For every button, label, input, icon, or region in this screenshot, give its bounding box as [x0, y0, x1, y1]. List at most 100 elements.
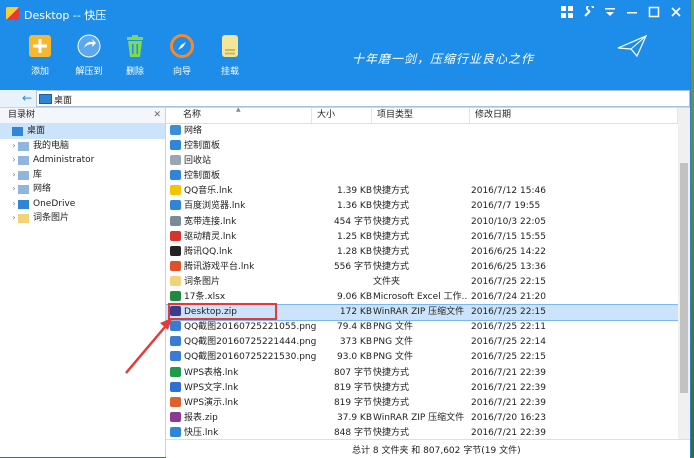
column-modified[interactable]: 修改日期	[470, 108, 678, 123]
file-row[interactable]: QQ截图20160725221444.png 373 KB PNG 文件 2016/7…	[166, 335, 678, 350]
file-row[interactable]: 快压.lnk 848 字节 快捷方式 2016/7/21 22:39	[166, 426, 678, 439]
column-name[interactable]: ▲ 名称	[166, 108, 312, 123]
file-row[interactable]: WPS表格.lnk 807 字节 快捷方式 2016/7/21 22:39	[166, 366, 678, 381]
file-type-icon	[170, 381, 181, 392]
status-text: 总计 8 文件夹 和 807,602 字节(19 文件)	[352, 446, 521, 456]
file-row[interactable]: 控制面板	[166, 169, 678, 184]
tree-node[interactable]: › 库	[0, 168, 165, 183]
file-modified: 2016/7/25 22:14	[471, 337, 546, 348]
file-modified: 2016/7/21 22:39	[471, 397, 546, 408]
file-row[interactable]: 腾讯QQ.lnk 1.28 KB 快捷方式 2016/6/25 14:22	[166, 245, 678, 260]
file-type: 快捷方式	[373, 382, 410, 393]
file-row[interactable]: 驱动精灵.lnk 1.25 KB 快捷方式 2016/7/15 15:55	[166, 230, 678, 245]
column-size[interactable]: 大小	[312, 108, 372, 123]
wizard-button[interactable]: 向导	[160, 32, 204, 86]
tree-node[interactable]: › Administrator	[0, 153, 165, 168]
vertical-scrollbar[interactable]	[678, 108, 690, 439]
tree-node-label: 词条图片	[33, 213, 70, 223]
tree-header-label: 目录树	[8, 110, 36, 120]
file-row[interactable]: WPS演示.lnk 819 字节 快捷方式 2016/7/21 22:39	[166, 396, 678, 411]
menu-dropdown-icon[interactable]	[601, 5, 619, 23]
tree-node-label: 桌面	[27, 126, 46, 136]
file-name-cell: 百度浏览器.lnk	[170, 199, 318, 214]
file-type-icon	[170, 155, 181, 166]
tree-expander-icon[interactable]: ›	[10, 182, 18, 197]
tree-expander-icon[interactable]: ›	[10, 197, 18, 212]
file-row[interactable]: 回收站	[166, 154, 678, 169]
file-name: 词条图片	[184, 276, 221, 287]
file-name-cell: 驱动精灵.lnk	[170, 230, 318, 245]
file-row[interactable]: 腾讯游戏平台.lnk 556 字节 快捷方式 2016/6/25 13:36	[166, 260, 678, 275]
delete-button[interactable]: 删除	[113, 32, 157, 86]
tree-expander-icon[interactable]: ›	[10, 211, 18, 226]
grid-view-icon[interactable]	[558, 5, 576, 23]
file-type-icon	[170, 396, 181, 407]
file-name-cell: QQ音乐.lnk	[170, 184, 318, 199]
tree-expander-icon[interactable]: ›	[10, 153, 18, 168]
file-name-cell: WPS文字.lnk	[170, 381, 318, 396]
file-type-icon	[170, 426, 181, 437]
file-name-cell: QQ截图20160725221055.png	[170, 320, 318, 335]
column-type[interactable]: 项目类型	[372, 108, 470, 123]
tree-folder-icon	[12, 127, 23, 136]
file-name: 控制面板	[184, 141, 221, 152]
extract-to-button[interactable]: 解压到	[67, 32, 111, 86]
file-modified: 2016/7/7 19:55	[471, 201, 541, 212]
minimize-icon[interactable]	[623, 5, 641, 23]
title-bar[interactable]: Desktop -- 快压	[0, 0, 690, 28]
scrollbar-thumb[interactable]	[680, 163, 688, 393]
file-row[interactable]: 宽带连接.lnk 454 字节 快捷方式 2010/10/3 22:05	[166, 215, 678, 230]
file-name-cell: 宽带连接.lnk	[170, 215, 318, 230]
file-size: 1.39 KB	[337, 186, 372, 197]
file-row[interactable]: QQ音乐.lnk 1.39 KB 快捷方式 2016/7/12 15:46	[166, 184, 678, 199]
tree-node-label: 网络	[33, 184, 52, 194]
settings-wrench-icon[interactable]	[580, 4, 598, 23]
tree-node[interactable]: › 我的电脑	[0, 139, 165, 154]
directory-tree-panel: 目录树 ✕ 桌面 › 我的电脑 › Administrator › 库 › 网络 › OneDriv…	[0, 108, 166, 457]
file-row[interactable]: 词条图片 文件夹 2016/7/25 22:15	[166, 275, 678, 290]
file-row[interactable]: 网络	[166, 124, 678, 139]
file-type-icon	[170, 170, 181, 181]
tree-node[interactable]: 桌面	[0, 124, 165, 139]
maximize-icon[interactable]	[645, 5, 663, 23]
tree-expander-icon[interactable]: ›	[10, 139, 18, 154]
paper-plane-icon	[617, 34, 648, 61]
file-row[interactable]: WPS文字.lnk 819 字节 快捷方式 2016/7/21 22:39	[166, 381, 678, 396]
tree-node[interactable]: › 网络	[0, 182, 165, 197]
extract-to-label: 解压到	[75, 67, 103, 77]
close-icon[interactable]	[667, 5, 685, 23]
file-name: 快压.lnk	[184, 427, 219, 438]
file-size: 79.4 KB	[337, 322, 372, 333]
add-icon	[28, 34, 52, 58]
file-type: 快捷方式	[373, 427, 410, 438]
file-row[interactable]: QQ截图20160725221055.png 79.4 KB PNG 文件 2016/…	[166, 320, 678, 335]
file-modified: 2016/7/25 22:15	[471, 307, 546, 318]
file-rows: 网络 控制面板 回收站 控制面板 QQ音乐.lnk 1.39 KB 快捷方式 2016/7/1…	[166, 124, 678, 439]
tree-close-icon[interactable]: ✕	[153, 108, 161, 123]
file-modified: 2016/7/25 22:15	[471, 352, 546, 363]
file-name: 17条.xlsx	[184, 292, 226, 303]
address-bar[interactable]: 桌面	[36, 90, 690, 107]
tree-node[interactable]: › 词条图片	[0, 211, 165, 226]
file-modified: 2016/7/21 22:39	[471, 382, 546, 393]
tree-expander-icon[interactable]: ›	[10, 168, 18, 183]
file-name: 百度浏览器.lnk	[184, 201, 246, 212]
file-type: PNG 文件	[373, 322, 413, 333]
wizard-label: 向导	[172, 67, 191, 77]
back-arrow-icon[interactable]: ←	[22, 91, 32, 105]
mount-button[interactable]: 挂载	[208, 32, 252, 86]
toolbar: 添加 解压到 删除 向导 挂载 十年磨一剑，压缩行业良心之作	[0, 28, 690, 90]
add-button[interactable]: 添加	[18, 32, 62, 86]
file-modified: 2016/6/25 13:36	[471, 261, 546, 272]
file-row[interactable]: QQ截图20160725221530.png 93.0 KB PNG 文件 2016/…	[166, 350, 678, 365]
tree-node[interactable]: › OneDrive	[0, 197, 165, 212]
file-type: 快捷方式	[373, 246, 410, 257]
file-size: 848 字节	[333, 427, 372, 438]
file-row[interactable]: 报表.zip 37.9 KB WinRAR ZIP 压缩文件 2016/7/20 16…	[166, 411, 678, 426]
add-label: 添加	[30, 67, 49, 77]
tree-node-label: OneDrive	[33, 198, 76, 209]
file-type: 快捷方式	[373, 201, 410, 212]
file-row[interactable]: 百度浏览器.lnk 1.36 KB 快捷方式 2016/7/7 19:55	[166, 199, 678, 214]
column-modified-label: 修改日期	[475, 110, 512, 120]
file-row[interactable]: 控制面板	[166, 139, 678, 154]
